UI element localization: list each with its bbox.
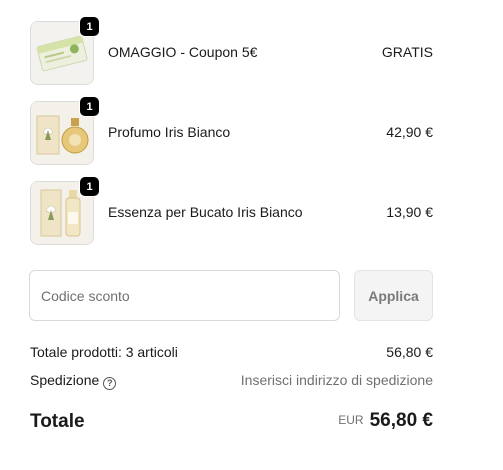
item-price: 13,90 € bbox=[386, 204, 433, 220]
total-amount: EUR 56,80 € bbox=[338, 410, 433, 432]
total-label: Totale bbox=[30, 411, 85, 432]
total-value: 56,80 € bbox=[369, 410, 433, 431]
quantity-badge: 1 bbox=[79, 16, 100, 37]
product-thumbnail: 1 bbox=[30, 96, 100, 165]
item-name: OMAGGIO - Coupon 5€ bbox=[108, 44, 258, 60]
item-price: GRATIS bbox=[381, 44, 433, 60]
help-icon[interactable]: ? bbox=[103, 377, 117, 390]
item-name: Essenza per Bucato Iris Bianco bbox=[108, 204, 303, 220]
subtotal-label: Totale prodotti: 3 articoli bbox=[30, 344, 178, 360]
subtotal-value: 56,80 € bbox=[386, 344, 433, 360]
quantity-badge: 1 bbox=[79, 176, 100, 197]
discount-code-input[interactable] bbox=[29, 270, 340, 321]
quantity-badge: 1 bbox=[79, 96, 100, 117]
product-thumbnail: 1 bbox=[30, 176, 100, 245]
shipping-value: Inserisci indirizzo di spedizione bbox=[240, 372, 433, 388]
line-item: 1 Profumo Iris Bianco 42,90 € bbox=[30, 96, 433, 165]
item-name: Profumo Iris Bianco bbox=[108, 124, 231, 140]
currency-code: EUR bbox=[338, 413, 364, 427]
item-price: 42,90 € bbox=[386, 124, 433, 140]
line-item: 1 Essenza per Bucato Iris Bianco 13,90 € bbox=[30, 176, 433, 245]
order-summary: 1 OMAGGIO - Coupon 5€ GRATIS 1 Profumo I… bbox=[0, 0, 503, 470]
shipping-label-wrap: Spedizione? bbox=[30, 372, 117, 390]
line-item: 1 OMAGGIO - Coupon 5€ GRATIS bbox=[30, 16, 433, 85]
product-thumbnail: 1 bbox=[30, 16, 100, 85]
shipping-label: Spedizione bbox=[30, 372, 100, 388]
apply-discount-button[interactable]: Applica bbox=[354, 270, 433, 321]
